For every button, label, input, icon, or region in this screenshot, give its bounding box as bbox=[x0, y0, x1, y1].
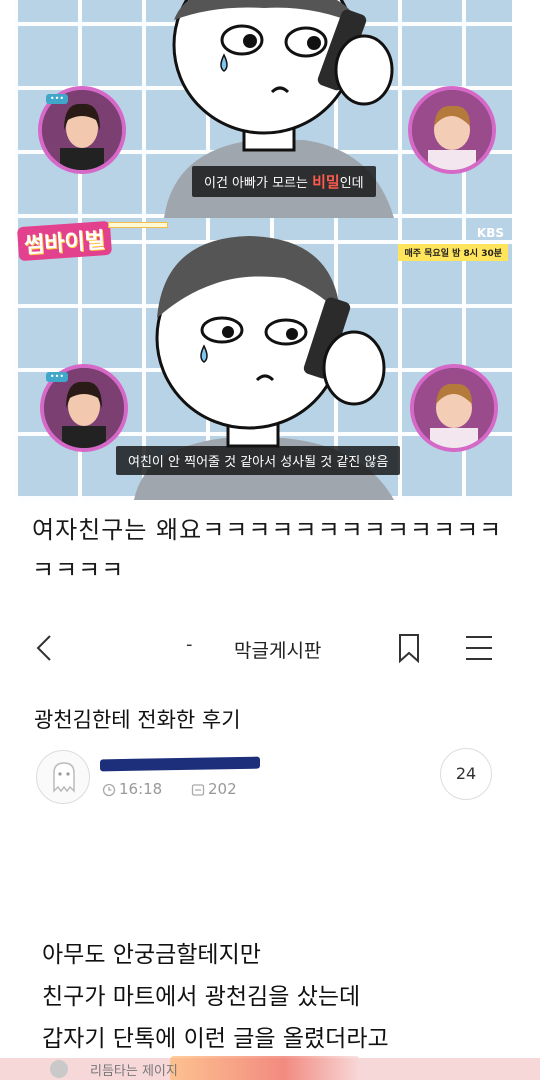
cartoon-panel-top: ••• 이건 아빠가 모르는 비밀인데 bbox=[14, 0, 512, 218]
embed-text: 리듬타는 제이지 bbox=[90, 1064, 178, 1079]
post-title: 광천김한테 전화한 후기 bbox=[34, 708, 241, 732]
ghost-avatar-icon bbox=[53, 762, 75, 793]
show-logo: 썸바이벌 bbox=[16, 220, 113, 262]
guest-label-badge: ••• bbox=[46, 94, 68, 104]
bookmark-button[interactable] bbox=[394, 632, 424, 664]
embed-avatar-icon bbox=[50, 1060, 68, 1078]
chevron-left-icon bbox=[36, 635, 51, 661]
show-tag bbox=[108, 222, 168, 228]
app-bar: - 막글게시판 bbox=[0, 620, 540, 676]
author-name-redacted bbox=[100, 756, 260, 772]
menu-icon bbox=[466, 636, 492, 660]
broadcast-schedule: 매주 목요일 밤 8시 30분 bbox=[398, 244, 508, 261]
subtitle-text-post: 인데 bbox=[339, 176, 364, 191]
board-title[interactable]: 막글게시판 bbox=[234, 636, 321, 663]
menu-button[interactable] bbox=[462, 632, 496, 664]
broadcaster-logo: KBS bbox=[476, 226, 504, 240]
post-body-line: 갑자기 단톡에 이런 글을 올렸더라고 bbox=[42, 1026, 389, 1052]
bookmark-icon bbox=[399, 634, 419, 664]
author-avatar[interactable] bbox=[36, 750, 90, 804]
clock-icon bbox=[102, 783, 116, 796]
guest-label-badge: ••• bbox=[46, 372, 68, 382]
subtitle-text-pre: 이건 아빠가 모르는 bbox=[204, 176, 313, 191]
cartoon-panel-bottom: 썸바이벌 KBS 매주 목요일 밤 8시 30분 ••• 여친이 안 찍어줄 것… bbox=[14, 218, 512, 500]
post-views: 202 bbox=[208, 780, 237, 798]
embedded-image-preview: 리듬타는 제이지 bbox=[0, 1056, 540, 1080]
board-separator: - bbox=[186, 634, 193, 655]
subtitle-highlight: 비밀 bbox=[312, 173, 340, 191]
post-body-line: 친구가 마트에서 광천김을 샀는데 bbox=[42, 984, 361, 1010]
back-button[interactable] bbox=[30, 632, 62, 664]
image-caption: 여자친구는 왜요ㅋㅋㅋㅋㅋㅋㅋㅋㅋㅋㅋㅋㅋㅋㅋㅋㅋ bbox=[32, 516, 503, 584]
video-subtitle: 여친이 안 찍어줄 것 같아서 성사될 것 같진 않음 bbox=[116, 446, 401, 475]
guest-right-avatar bbox=[408, 86, 496, 174]
post-body: 아무도 안궁금할테지만 친구가 마트에서 광천김을 샀는데 갑자기 단톡에 이런… bbox=[42, 934, 389, 1060]
comment-count-button[interactable]: 24 bbox=[440, 748, 492, 800]
embed-graphic bbox=[170, 1056, 360, 1080]
post-time: 16:18 bbox=[119, 780, 163, 798]
views-icon bbox=[191, 783, 205, 796]
post-body-line: 아무도 안궁금할테지만 bbox=[42, 942, 261, 968]
video-subtitle: 이건 아빠가 모르는 비밀인데 bbox=[192, 166, 376, 197]
post-meta: 16:18 202 bbox=[102, 780, 237, 798]
guest-right-avatar bbox=[410, 364, 498, 452]
